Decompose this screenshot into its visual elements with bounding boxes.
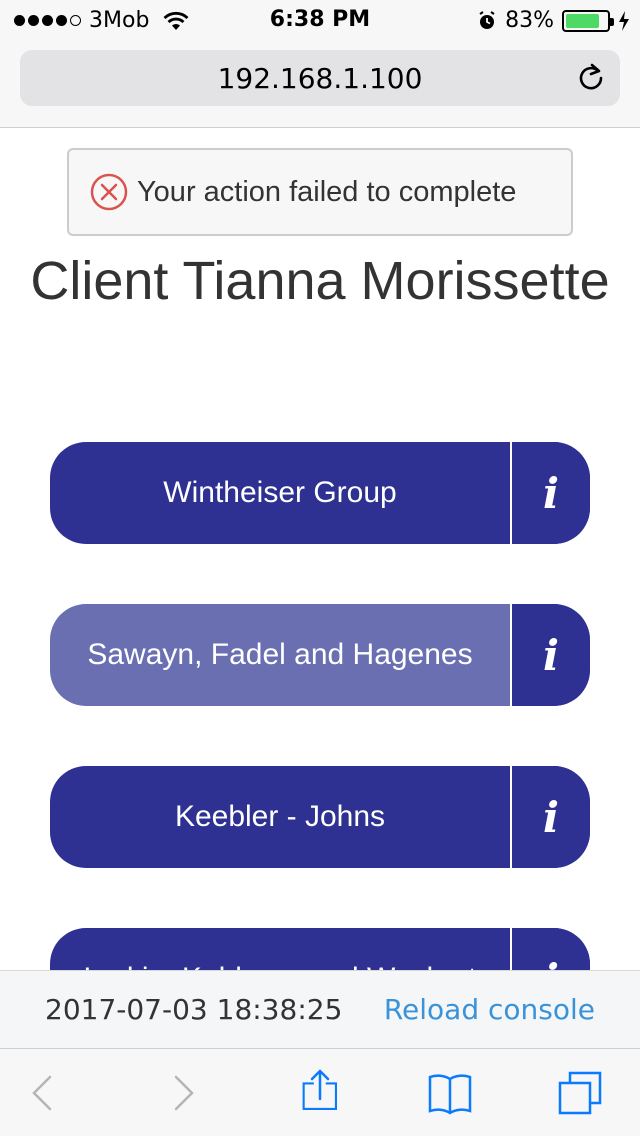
page-content: Your action failed to complete Client Ti… xyxy=(0,0,640,970)
info-icon: i xyxy=(543,955,559,971)
page-title: Client Tianna Morissette xyxy=(30,251,610,311)
browser-toolbar xyxy=(0,1048,640,1136)
info-button[interactable]: i xyxy=(510,604,590,706)
info-icon: i xyxy=(543,468,559,518)
info-button[interactable]: i xyxy=(510,766,590,868)
company-row-2: Keebler - Johns i xyxy=(50,766,590,868)
error-message: Your action failed to complete xyxy=(137,175,517,208)
tabs-icon[interactable] xyxy=(556,1069,604,1117)
console-footer: 2017-07-03 18:38:25 Reload console xyxy=(0,970,640,1050)
company-button[interactable]: Keebler - Johns xyxy=(50,766,510,868)
company-button[interactable]: Sawayn, Fadel and Hagenes xyxy=(50,604,510,706)
share-icon[interactable] xyxy=(296,1069,344,1117)
info-icon: i xyxy=(543,630,559,680)
company-row-0: Wintheiser Group i xyxy=(50,442,590,544)
forward-icon[interactable] xyxy=(158,1069,206,1117)
reload-console-link[interactable]: Reload console xyxy=(384,993,595,1026)
back-icon[interactable] xyxy=(20,1069,68,1117)
error-circle-icon xyxy=(90,173,128,211)
footer-timestamp: 2017-07-03 18:38:25 xyxy=(45,993,343,1026)
company-row-1: Sawayn, Fadel and Hagenes i xyxy=(50,604,590,706)
error-alert: Your action failed to complete xyxy=(67,148,573,236)
bookmarks-icon[interactable] xyxy=(426,1069,474,1117)
info-button[interactable]: i xyxy=(510,928,590,970)
company-button[interactable]: Larkin, Kuhlman and Wuckert xyxy=(50,928,510,970)
info-button[interactable]: i xyxy=(510,442,590,544)
company-row-3: Larkin, Kuhlman and Wuckert i xyxy=(50,928,590,970)
company-button[interactable]: Wintheiser Group xyxy=(50,442,510,544)
info-icon: i xyxy=(543,792,559,842)
